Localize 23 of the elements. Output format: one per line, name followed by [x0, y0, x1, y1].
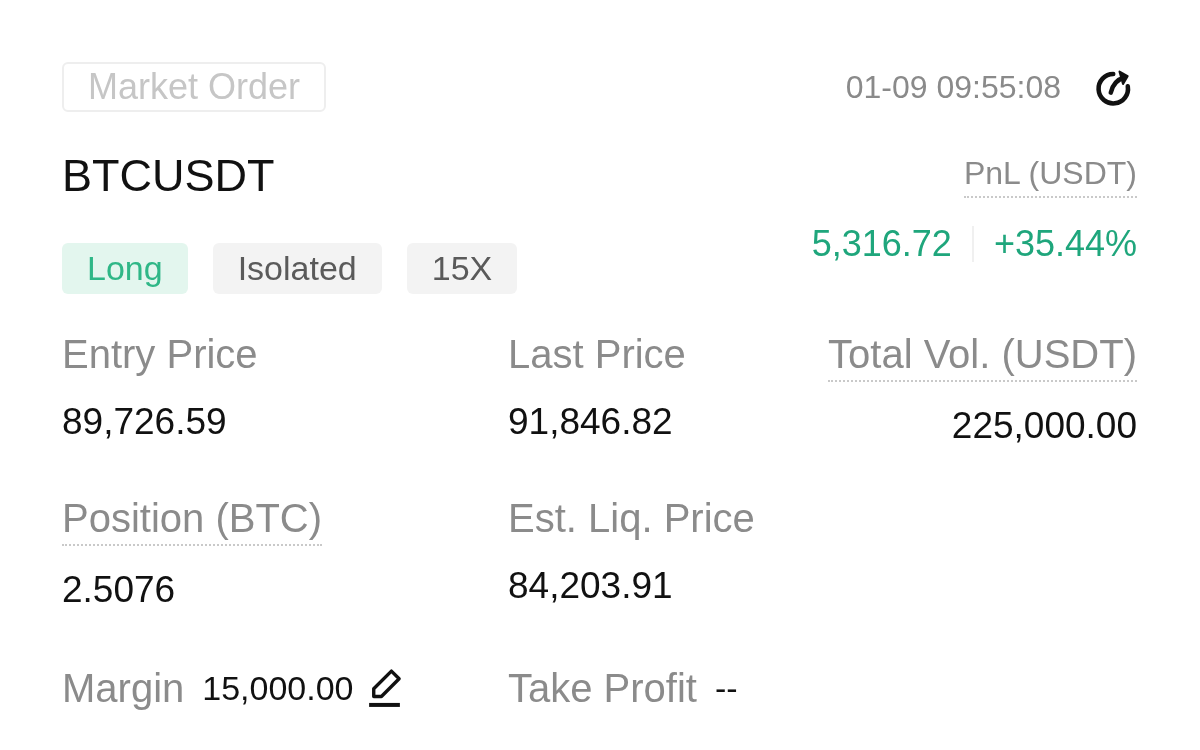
- field-value: 225,000.00: [951, 404, 1137, 448]
- field-value: 89,726.59: [62, 400, 227, 444]
- field-value: 15,000.00: [202, 668, 354, 709]
- pnl-percent: +35.44%: [993, 222, 1137, 266]
- position-tag: 15X: [406, 243, 518, 294]
- field-value: 84,203.91: [508, 564, 673, 608]
- field-label: Take Profit: [508, 665, 697, 712]
- field-label: Position (BTC): [62, 494, 323, 546]
- symbol-title: BTCUSDT: [62, 149, 276, 203]
- pnl-label: PnL (USDT): [963, 153, 1137, 198]
- field-value: --: [714, 668, 738, 709]
- timestamp: 01-09 09:55:08: [845, 68, 1061, 107]
- field-label: Est. Liq. Price: [508, 495, 755, 542]
- field-label: Last Price: [508, 331, 686, 378]
- field-label: Total Vol. (USDT): [828, 330, 1137, 382]
- position-tag: Isolated: [212, 243, 382, 294]
- field-label: Margin: [62, 665, 185, 712]
- field-value: 91,846.82: [508, 400, 673, 444]
- position-tag: Long: [62, 243, 188, 294]
- pnl-amount: 5,316.72: [811, 222, 952, 266]
- order-type-label: Market Order: [62, 62, 327, 112]
- field-value: 2.5076: [62, 568, 176, 612]
- field-label: Entry Price: [62, 331, 258, 378]
